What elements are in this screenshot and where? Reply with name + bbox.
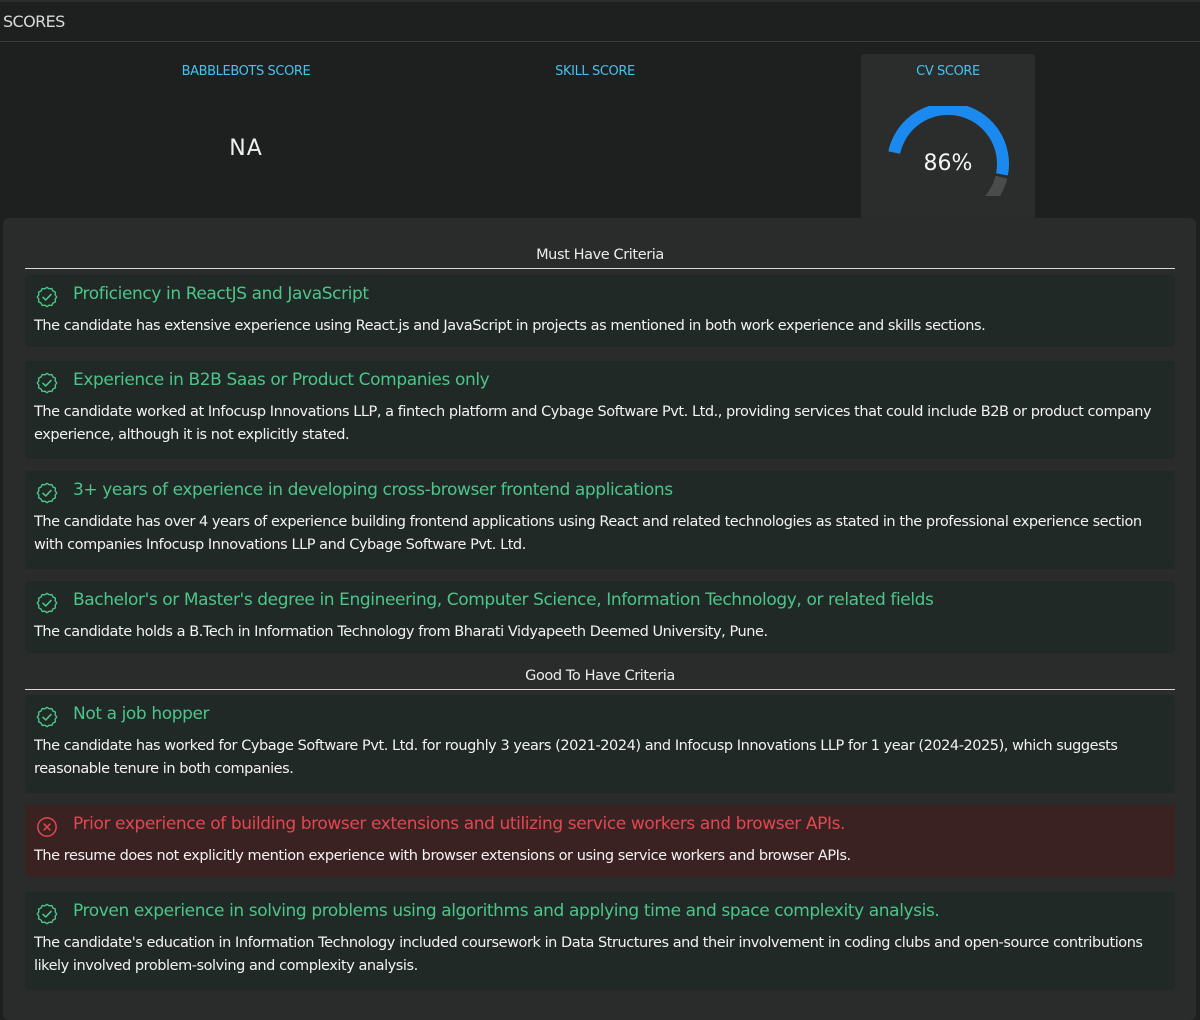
- criterion-card: Bachelor's or Master's degree in Enginee…: [25, 581, 1175, 653]
- criterion-title: Proven experience in solving problems us…: [73, 901, 940, 921]
- check-badge-icon: [36, 592, 58, 614]
- check-badge-icon: [36, 372, 58, 394]
- criterion-card: Not a job hopper The candidate has worke…: [25, 695, 1175, 793]
- criterion-title: 3+ years of experience in developing cro…: [73, 480, 673, 500]
- skill-score-card: SKILL SCORE: [508, 54, 682, 224]
- criterion-card: 3+ years of experience in developing cro…: [25, 471, 1175, 569]
- criterion-title: Not a job hopper: [73, 704, 210, 724]
- criteria-panel: Must Have Criteria Proficiency in ReactJ…: [3, 218, 1196, 1020]
- good-to-have-divider: [25, 689, 1175, 690]
- criterion-card: Prior experience of building browser ext…: [25, 805, 1175, 877]
- criterion-description: The candidate has over 4 years of experi…: [34, 514, 1142, 553]
- criterion-description: The candidate has extensive experience u…: [34, 318, 986, 334]
- scores-header: SCORES: [0, 2, 1200, 42]
- criterion-card: Proven experience in solving problems us…: [25, 892, 1175, 990]
- criterion-description: The candidate worked at Infocusp Innovat…: [34, 404, 1152, 443]
- gauge-track: [985, 175, 1008, 196]
- skill-score-label: SKILL SCORE: [555, 64, 635, 79]
- x-circle-icon: [37, 817, 57, 837]
- check-badge-icon: [36, 903, 58, 925]
- check-badge-icon: [36, 286, 58, 308]
- criterion-title: Bachelor's or Master's degree in Enginee…: [73, 590, 934, 610]
- scores-title: SCORES: [3, 12, 65, 31]
- must-have-divider: [25, 268, 1175, 269]
- good-to-have-title: Good To Have Criteria: [525, 668, 675, 684]
- criterion-description: The candidate has worked for Cybage Soft…: [34, 738, 1118, 777]
- criterion-card: Proficiency in ReactJS and JavaScript Th…: [25, 275, 1175, 347]
- babblebots-score-label: BABBLEBOTS SCORE: [181, 64, 311, 79]
- criterion-title: Prior experience of building browser ext…: [73, 814, 846, 834]
- criterion-card: Experience in B2B Saas or Product Compan…: [25, 361, 1175, 459]
- criterion-description: The resume does not explicitly mention e…: [34, 848, 851, 864]
- cv-score-card[interactable]: CV SCORE 86%: [861, 54, 1035, 224]
- cv-score-label: CV SCORE: [916, 64, 980, 79]
- cv-score-value: 86%: [923, 151, 973, 176]
- criterion-title: Proficiency in ReactJS and JavaScript: [73, 284, 369, 304]
- criterion-title: Experience in B2B Saas or Product Compan…: [73, 370, 490, 390]
- criterion-description: The candidate holds a B.Tech in Informat…: [34, 624, 768, 640]
- babblebots-score-value: NA: [229, 136, 263, 161]
- check-badge-icon: [36, 706, 58, 728]
- check-badge-icon: [36, 482, 58, 504]
- criterion-description: The candidate's education in Information…: [34, 935, 1143, 974]
- must-have-title: Must Have Criteria: [536, 247, 664, 263]
- babblebots-score-card: BABBLEBOTS SCORE NA: [159, 54, 333, 224]
